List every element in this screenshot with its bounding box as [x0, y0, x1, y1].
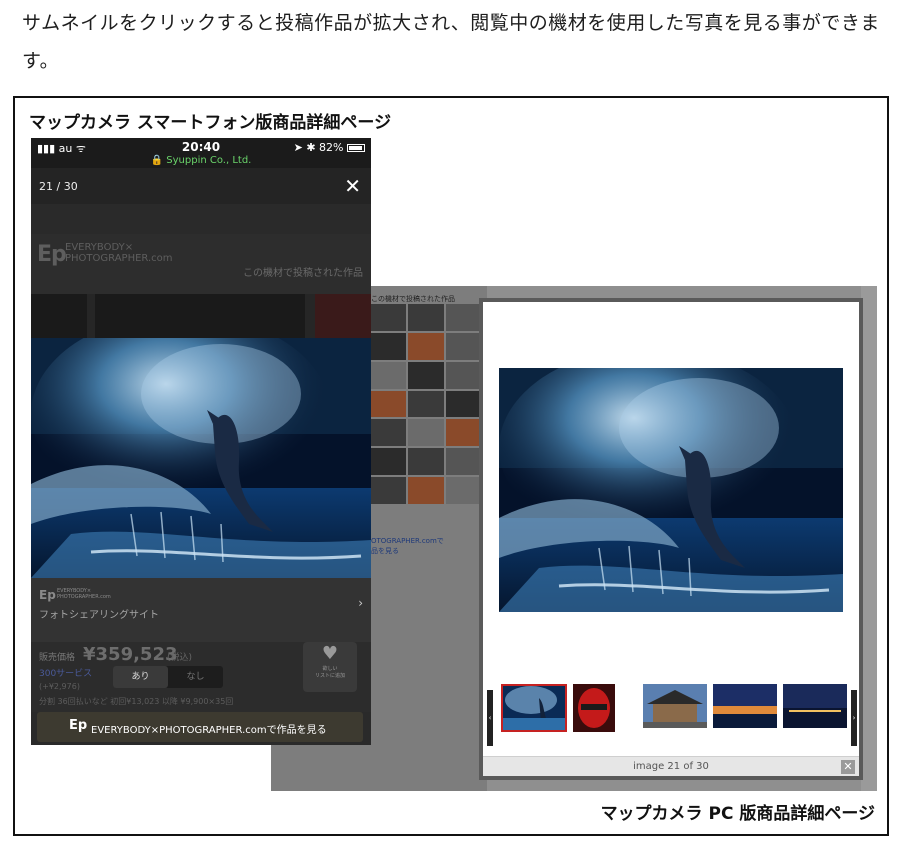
ep-small-logo-text: EVERYBODY× PHOTOGRAPHER.com	[57, 588, 111, 600]
image-counter: 21 / 30	[39, 180, 78, 193]
pc-lightbox-thumbnails: ‹ ›	[487, 684, 857, 746]
price-area: 販売価格 ¥359,523 (税込) 300サービス (+¥2,976) 分割 …	[31, 642, 371, 712]
smartphone-section-title: マップカメラ スマートフォン版商品詳細ページ	[29, 113, 392, 133]
ep-small-logo-icon: Ep	[39, 588, 56, 602]
thumbnail-dolphin[interactable]	[501, 684, 567, 732]
status-bar: ▮▮▮ au ᯤ 20:40 ➤ ✱ 82% 🔒 Syuppin Co., Lt…	[31, 138, 371, 168]
chevron-right-icon: ›	[358, 596, 363, 610]
view-works-label: EVERYBODY×PHOTOGRAPHER.comで作品を見る	[91, 725, 327, 736]
toggle-on[interactable]: あり	[113, 666, 168, 688]
site-domain: 🔒 Syuppin Co., Ltd.	[150, 155, 252, 166]
thumbnail-lantern[interactable]	[573, 684, 615, 732]
view-works-button[interactable]: Ep EVERYBODY×PHOTOGRAPHER.comで作品を見る	[37, 712, 363, 742]
ep-logo-text: EVERYBODY× PHOTOGRAPHER.com	[65, 242, 173, 264]
option-toggle[interactable]: あり なし	[113, 666, 223, 688]
wishlist-button[interactable]: ♥ 欲しい リストに追加	[303, 642, 357, 692]
dolphin-photo	[31, 338, 371, 578]
screenshot-frame: マップカメラ スマートフォン版商品詳細ページ この機材で投稿された作品 OTOG…	[13, 96, 889, 836]
posted-works-caption: この機材で投稿された作品	[243, 268, 363, 279]
dolphin-photo	[499, 368, 843, 612]
thumbnail-shrine[interactable]	[643, 684, 707, 732]
ep-cta-logo-icon: Ep	[69, 718, 88, 733]
service-link[interactable]: 300サービス	[39, 666, 92, 679]
battery-icon	[347, 144, 365, 152]
behind-thumbnail-strip	[31, 294, 371, 338]
pc-lightbox-photo	[499, 368, 843, 612]
price-value: ¥359,523	[83, 644, 178, 665]
photo-sharing-label: フォトシェアリングサイト	[39, 610, 159, 621]
smartphone-lightbox-photo[interactable]	[31, 338, 371, 578]
pc-page-right-edge	[861, 286, 877, 791]
pc-ep-link-line2: 品を見る	[371, 547, 399, 555]
smartphone-screen: ▮▮▮ au ᯤ 20:40 ➤ ✱ 82% 🔒 Syuppin Co., Lt…	[31, 138, 371, 745]
price-label: 販売価格	[39, 653, 76, 663]
ep-logo-icon: Ep	[37, 242, 67, 267]
pc-lightbox-close-icon[interactable]: ✕	[841, 760, 855, 774]
price-tax: (税込)	[167, 653, 193, 663]
close-icon[interactable]: ✕	[344, 174, 361, 198]
lightbox-header: 21 / 30 ✕	[31, 168, 371, 204]
thumbnail-sunset[interactable]	[713, 684, 777, 732]
wishlist-label-2: リストに追加	[314, 673, 345, 679]
thumbnail-next-arrow[interactable]: ›	[851, 690, 857, 746]
ep-header-row: Ep EVERYBODY× PHOTOGRAPHER.com この機材で投稿され…	[31, 234, 371, 294]
battery-indicator: ➤ ✱ 82%	[294, 141, 365, 154]
pc-thumbnail-grid	[371, 304, 481, 504]
thumbnail-cityscape[interactable]	[783, 684, 847, 732]
toggle-off[interactable]: なし	[168, 666, 223, 688]
pc-section-title: マップカメラ PC 版商品詳細ページ	[600, 804, 875, 824]
intro-text: サムネイルをクリックすると投稿作品が拡大され、閲覧中の機材を使用した写真を見る事…	[22, 12, 880, 72]
wishlist-label-1: 欲しい	[322, 666, 338, 672]
points-value: (+¥2,976)	[39, 682, 80, 691]
pc-ep-link[interactable]: OTOGRAPHER.comで 品を見る	[371, 536, 481, 556]
photo-sharing-row[interactable]: Ep EVERYBODY× PHOTOGRAPHER.com フォトシェアリング…	[31, 578, 371, 642]
pc-ep-link-line1: OTOGRAPHER.comで	[371, 537, 444, 545]
thumbnail-prev-arrow[interactable]: ‹	[487, 690, 493, 746]
pc-lightbox: ‹ › image 21 of 30 ✕	[479, 298, 863, 780]
loan-text: 分割 36回払いなど 初回¥13,023 以降 ¥9,900×35回	[39, 697, 234, 706]
heart-icon: ♥	[321, 643, 339, 664]
pc-lightbox-status: image 21 of 30	[483, 756, 859, 776]
pc-posted-caption: この機材で投稿された作品	[371, 295, 455, 303]
